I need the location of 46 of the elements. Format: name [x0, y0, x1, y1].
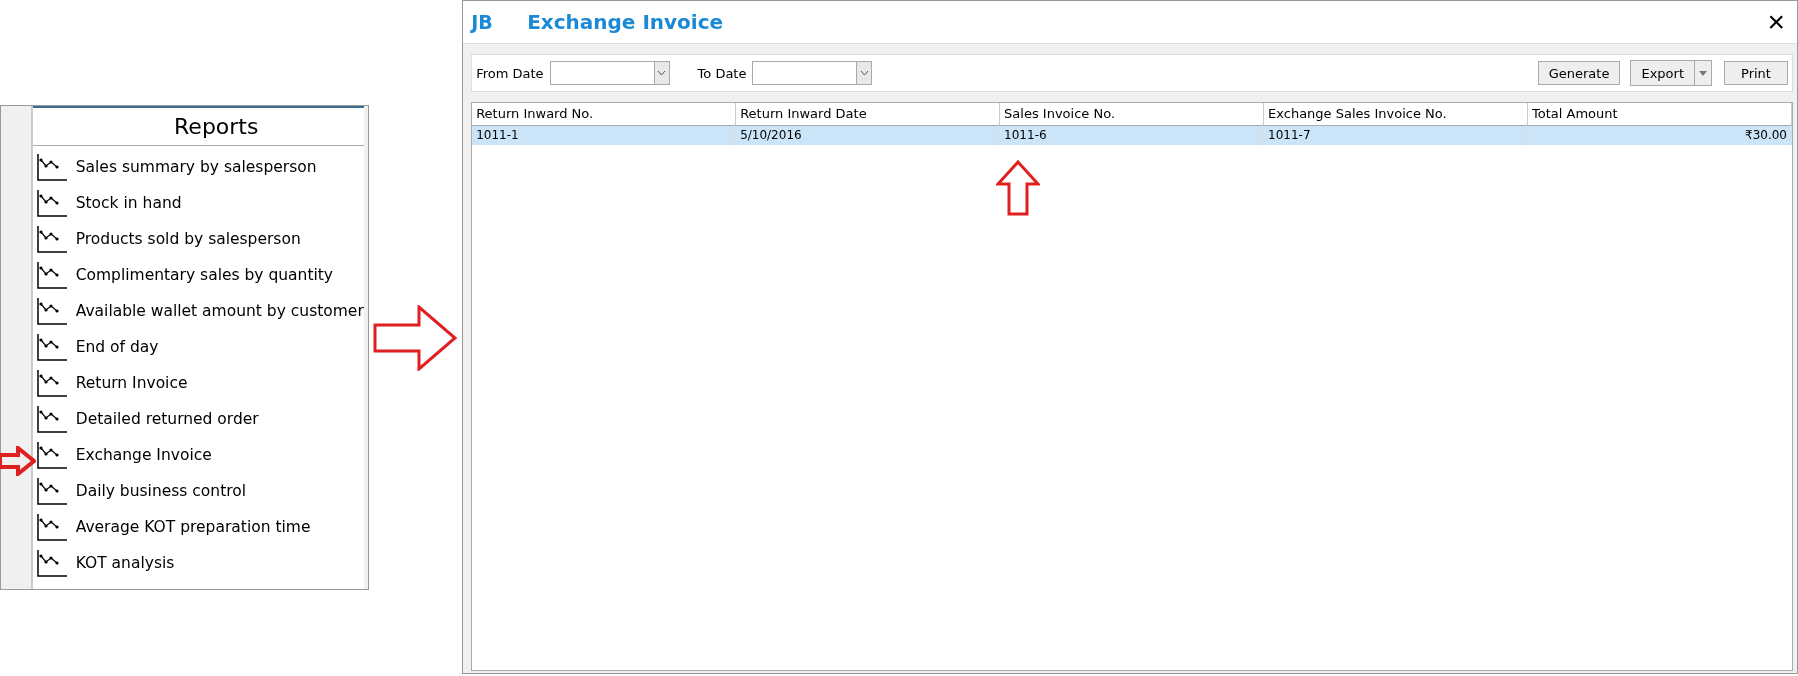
from-date-label: From Date [476, 65, 544, 81]
app-logo: JB [471, 11, 494, 33]
report-item[interactable]: Complimentary sales by quantity [36, 257, 364, 293]
right-arrow-icon [373, 305, 458, 371]
print-button[interactable]: Print [1724, 61, 1788, 85]
caret-icon [1699, 70, 1707, 76]
report-item[interactable]: Exchange Invoice [36, 437, 364, 473]
to-date-label: To Date [697, 65, 747, 81]
report-item[interactable]: Products sold by salesperson [36, 221, 364, 257]
to-date-field[interactable] [752, 61, 873, 85]
line-chart-icon [36, 441, 67, 469]
line-chart-icon [36, 153, 67, 181]
table-cell: 1011-1 [472, 126, 737, 145]
line-chart-icon [36, 189, 67, 217]
report-item[interactable]: Detailed returned order [36, 401, 364, 437]
table-cell: 1011-7 [1264, 126, 1529, 145]
up-arrow-icon [996, 160, 1040, 216]
table-cell: 1011-6 [1000, 126, 1265, 145]
line-chart-icon [36, 225, 67, 253]
report-item[interactable]: Stock in hand [36, 185, 364, 221]
report-item[interactable]: Sales summary by salesperson [36, 149, 364, 185]
line-chart-icon [36, 405, 67, 433]
report-item[interactable]: Return Invoice [36, 365, 364, 401]
line-chart-icon [36, 513, 67, 541]
report-item[interactable]: End of day [36, 329, 364, 365]
table-cell: 5/10/2016 [736, 126, 1001, 145]
report-item[interactable]: Available wallet amount by customer [36, 293, 364, 329]
table-cell: ₹30.00 [1528, 126, 1792, 145]
line-chart-icon [36, 261, 67, 289]
line-chart-icon [36, 549, 67, 577]
line-chart-icon [36, 333, 67, 361]
close-button[interactable]: × [1763, 7, 1789, 37]
line-chart-icon [36, 297, 67, 325]
window-title: Exchange Invoice [527, 10, 725, 34]
line-chart-icon [36, 477, 67, 505]
report-item[interactable]: Daily business control [36, 473, 364, 509]
report-item[interactable]: KOT analysis [36, 545, 364, 581]
right-arrow-icon [0, 446, 36, 476]
table-row[interactable]: 1011-1 5/10/2016 1011-6 1011-7 ₹30.00 [472, 126, 1792, 145]
panel-title: Reports [32, 108, 364, 146]
report-item[interactable]: Average KOT preparation time [36, 509, 364, 545]
chevron-down-icon [657, 70, 667, 76]
generate-button[interactable]: Generate [1537, 61, 1621, 85]
chevron-down-icon [859, 70, 869, 76]
line-chart-icon [36, 369, 67, 397]
from-date-field[interactable] [549, 61, 670, 85]
